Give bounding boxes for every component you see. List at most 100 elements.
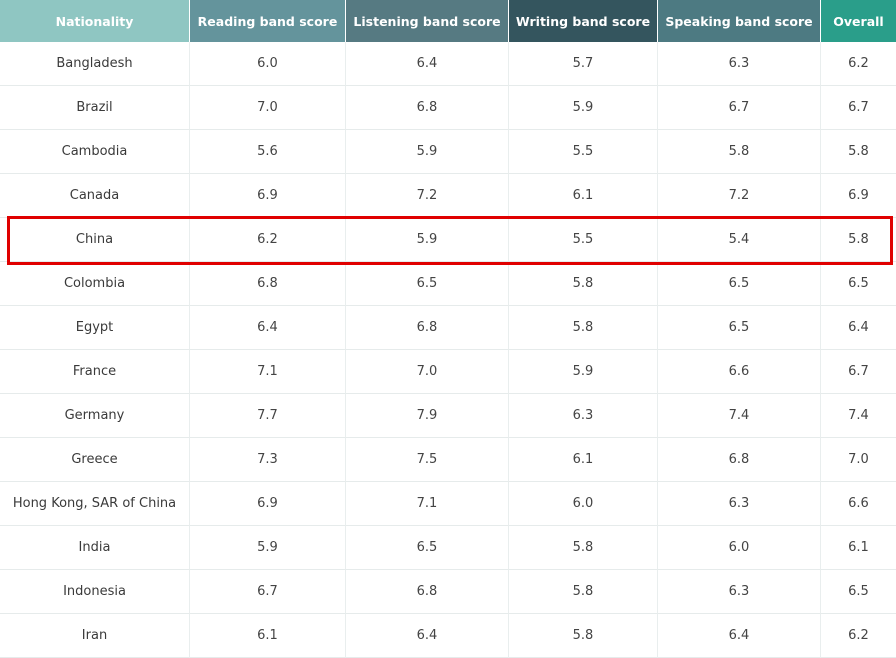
cell-overall: 7.4 — [821, 394, 896, 438]
cell-overall: 7.0 — [821, 438, 896, 482]
cell-writing: 5.9 — [509, 350, 658, 394]
table-row: Iran 6.1 6.4 5.8 6.4 6.2 — [0, 614, 896, 658]
table-row: Brazil 7.0 6.8 5.9 6.7 6.7 — [0, 86, 896, 130]
cell-nationality: Indonesia — [0, 570, 190, 614]
cell-nationality: Hong Kong, SAR of China — [0, 482, 190, 526]
cell-speaking: 6.6 — [658, 350, 821, 394]
cell-speaking: 6.5 — [658, 262, 821, 306]
table-row: France 7.1 7.0 5.9 6.6 6.7 — [0, 350, 896, 394]
cell-overall: 6.7 — [821, 86, 896, 130]
cell-reading: 6.9 — [190, 482, 346, 526]
cell-reading: 7.3 — [190, 438, 346, 482]
cell-writing: 5.8 — [509, 262, 658, 306]
cell-listening: 6.8 — [346, 86, 509, 130]
cell-reading: 6.0 — [190, 42, 346, 86]
cell-writing: 5.8 — [509, 306, 658, 350]
header-listening: Listening band score — [346, 0, 509, 42]
cell-nationality: Colombia — [0, 262, 190, 306]
cell-reading: 6.8 — [190, 262, 346, 306]
cell-nationality: India — [0, 526, 190, 570]
cell-listening: 6.4 — [346, 614, 509, 658]
cell-writing: 5.9 — [509, 86, 658, 130]
cell-nationality: Egypt — [0, 306, 190, 350]
header-overall: Overall — [821, 0, 896, 42]
table-row: Greece 7.3 7.5 6.1 6.8 7.0 — [0, 438, 896, 482]
cell-speaking: 6.3 — [658, 482, 821, 526]
cell-speaking: 5.8 — [658, 130, 821, 174]
cell-speaking: 6.5 — [658, 306, 821, 350]
cell-reading: 6.7 — [190, 570, 346, 614]
ielts-scores-table: Nationality Reading band score Listening… — [0, 0, 896, 658]
header-nationality: Nationality — [0, 0, 190, 42]
cell-listening: 7.0 — [346, 350, 509, 394]
cell-overall: 5.8 — [821, 130, 896, 174]
cell-writing: 5.8 — [509, 570, 658, 614]
cell-writing: 5.5 — [509, 130, 658, 174]
cell-overall: 6.4 — [821, 306, 896, 350]
cell-speaking: 7.4 — [658, 394, 821, 438]
cell-overall: 6.7 — [821, 350, 896, 394]
cell-reading: 6.9 — [190, 174, 346, 218]
cell-listening: 7.5 — [346, 438, 509, 482]
cell-nationality: Greece — [0, 438, 190, 482]
cell-writing: 6.0 — [509, 482, 658, 526]
table-row: Hong Kong, SAR of China 6.9 7.1 6.0 6.3 6.6 — [0, 482, 896, 526]
cell-nationality: Canada — [0, 174, 190, 218]
cell-speaking: 6.4 — [658, 614, 821, 658]
cell-listening: 6.5 — [346, 262, 509, 306]
cell-overall: 5.8 — [821, 218, 896, 262]
header-writing: Writing band score — [509, 0, 658, 42]
table-row: Cambodia 5.6 5.9 5.5 5.8 5.8 — [0, 130, 896, 174]
table-row: China 6.2 5.9 5.5 5.4 5.8 — [0, 218, 896, 262]
cell-writing: 6.1 — [509, 174, 658, 218]
cell-overall: 6.9 — [821, 174, 896, 218]
table-row: Egypt 6.4 6.8 5.8 6.5 6.4 — [0, 306, 896, 350]
cell-listening: 5.9 — [346, 130, 509, 174]
cell-nationality: Cambodia — [0, 130, 190, 174]
cell-speaking: 7.2 — [658, 174, 821, 218]
cell-writing: 5.8 — [509, 614, 658, 658]
table-row: Indonesia 6.7 6.8 5.8 6.3 6.5 — [0, 570, 896, 614]
header-speaking: Speaking band score — [658, 0, 821, 42]
cell-speaking: 6.8 — [658, 438, 821, 482]
cell-speaking: 6.7 — [658, 86, 821, 130]
cell-writing: 6.1 — [509, 438, 658, 482]
cell-nationality: China — [0, 218, 190, 262]
cell-speaking: 5.4 — [658, 218, 821, 262]
table-row: Bangladesh 6.0 6.4 5.7 6.3 6.2 — [0, 42, 896, 86]
cell-listening: 5.9 — [346, 218, 509, 262]
cell-nationality: Germany — [0, 394, 190, 438]
cell-reading: 6.4 — [190, 306, 346, 350]
table-row: Germany 7.7 7.9 6.3 7.4 7.4 — [0, 394, 896, 438]
cell-reading: 7.0 — [190, 86, 346, 130]
cell-overall: 6.5 — [821, 262, 896, 306]
cell-speaking: 6.3 — [658, 570, 821, 614]
cell-listening: 6.4 — [346, 42, 509, 86]
cell-writing: 5.7 — [509, 42, 658, 86]
cell-listening: 7.9 — [346, 394, 509, 438]
cell-overall: 6.6 — [821, 482, 896, 526]
table-body: Bangladesh 6.0 6.4 5.7 6.3 6.2 Brazil 7.0 6.8 5.9… — [0, 42, 896, 658]
cell-writing: 6.3 — [509, 394, 658, 438]
cell-listening: 6.8 — [346, 570, 509, 614]
table-row: Canada 6.9 7.2 6.1 7.2 6.9 — [0, 174, 896, 218]
cell-reading: 5.9 — [190, 526, 346, 570]
cell-reading: 5.6 — [190, 130, 346, 174]
header-reading: Reading band score — [190, 0, 346, 42]
cell-listening: 6.5 — [346, 526, 509, 570]
cell-nationality: Brazil — [0, 86, 190, 130]
cell-reading: 7.7 — [190, 394, 346, 438]
cell-speaking: 6.0 — [658, 526, 821, 570]
cell-listening: 7.2 — [346, 174, 509, 218]
table-row: Colombia 6.8 6.5 5.8 6.5 6.5 — [0, 262, 896, 306]
table-row: India 5.9 6.5 5.8 6.0 6.1 — [0, 526, 896, 570]
scores-table-container: Nationality Reading band score Listening… — [0, 0, 896, 658]
cell-overall: 6.5 — [821, 570, 896, 614]
cell-overall: 6.2 — [821, 42, 896, 86]
cell-reading: 6.2 — [190, 218, 346, 262]
table-header: Nationality Reading band score Listening… — [0, 0, 896, 42]
cell-nationality: Bangladesh — [0, 42, 190, 86]
header-row: Nationality Reading band score Listening… — [0, 0, 896, 42]
cell-nationality: France — [0, 350, 190, 394]
cell-speaking: 6.3 — [658, 42, 821, 86]
